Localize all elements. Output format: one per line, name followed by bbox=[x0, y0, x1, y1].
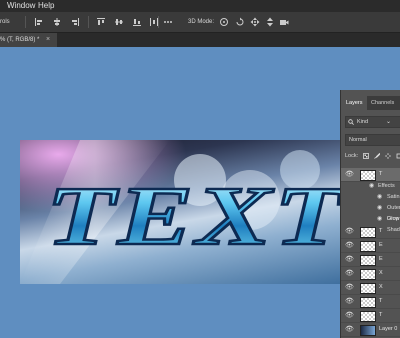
effects-icon: ◉ bbox=[369, 183, 375, 189]
artwork-graphic: TEXT bbox=[20, 140, 340, 284]
layer-thumbnail bbox=[360, 311, 376, 322]
effects-group-row[interactable]: ◉ Effects bbox=[341, 181, 400, 192]
layer-name: T bbox=[379, 298, 383, 304]
layer-row[interactable]: 👁 T bbox=[341, 225, 400, 239]
layer-row[interactable]: 👁 T bbox=[341, 168, 400, 182]
visibility-eye-icon[interactable]: ◉ bbox=[377, 214, 382, 225]
visibility-eye-icon[interactable]: 👁 bbox=[345, 295, 354, 308]
kind-label: Kind bbox=[357, 119, 369, 125]
visibility-eye-icon[interactable]: 👁 bbox=[345, 323, 354, 336]
layer-thumbnail bbox=[360, 241, 376, 252]
layer-name: E bbox=[379, 256, 383, 262]
visibility-eye-icon[interactable]: 👁 bbox=[345, 225, 354, 238]
lock-row: Lock: bbox=[345, 150, 400, 162]
separator bbox=[88, 16, 89, 28]
layer-name: E bbox=[379, 242, 383, 248]
close-icon[interactable]: × bbox=[46, 33, 50, 47]
more-options-icon[interactable] bbox=[163, 17, 173, 27]
options-label: rols bbox=[0, 19, 10, 25]
align-right-icon[interactable] bbox=[70, 17, 80, 27]
visibility-eye-icon[interactable]: 👁 bbox=[345, 168, 354, 181]
visibility-eye-icon[interactable]: 👁 bbox=[345, 239, 354, 252]
3d-slide-icon[interactable] bbox=[265, 17, 275, 27]
layers-panel: Layers Channels Kind ⌄ Normal Lock: 👁 T … bbox=[340, 90, 400, 338]
layer-row[interactable]: 👁 X bbox=[341, 281, 400, 295]
effects-label: Effects bbox=[378, 183, 395, 189]
layer-row[interactable]: 👁 T bbox=[341, 309, 400, 323]
lock-brush-icon[interactable] bbox=[374, 153, 380, 159]
blend-mode-select[interactable]: Normal bbox=[345, 134, 400, 146]
canvas-artwork[interactable]: TEXT bbox=[20, 140, 340, 284]
lock-artboard-icon[interactable] bbox=[396, 153, 400, 159]
menu-window[interactable]: Window bbox=[7, 0, 35, 12]
align-left-icon[interactable] bbox=[34, 17, 44, 27]
align-bottom-icon[interactable] bbox=[132, 17, 142, 27]
visibility-eye-icon[interactable]: 👁 bbox=[345, 309, 354, 322]
visibility-eye-icon[interactable]: 👁 bbox=[345, 281, 354, 294]
layer-row[interactable]: 👁 T bbox=[341, 295, 400, 309]
layer-thumbnail bbox=[360, 255, 376, 266]
layer-name: X bbox=[379, 270, 383, 276]
layer-thumbnail bbox=[360, 227, 376, 238]
panel-tabs: Layers Channels bbox=[341, 96, 400, 110]
layer-thumbnail bbox=[360, 170, 376, 181]
document-tab-bar: % (T, RGB/8) * × bbox=[0, 33, 400, 47]
layer-name: T bbox=[379, 171, 383, 177]
align-top-icon[interactable] bbox=[96, 17, 106, 27]
menu-bar: Window Help bbox=[0, 0, 400, 12]
kind-filter[interactable]: Kind ⌄ bbox=[345, 116, 400, 128]
lock-position-icon[interactable] bbox=[385, 153, 391, 159]
3d-roll-icon[interactable] bbox=[235, 17, 245, 27]
separator bbox=[25, 16, 26, 28]
effect-row-outer-glow[interactable]: ◉ Outer Glow bbox=[341, 203, 400, 222]
layer-row[interactable]: 👁 X bbox=[341, 267, 400, 281]
effect-row-drop-shadow[interactable]: ◉ Drop Shadow bbox=[341, 214, 400, 233]
artwork-text: TEXT bbox=[46, 170, 340, 263]
layer-thumbnail bbox=[360, 283, 376, 294]
chevron-down-icon: ⌄ bbox=[386, 119, 392, 125]
layer-thumbnail bbox=[360, 269, 376, 280]
search-icon bbox=[348, 119, 354, 125]
layer-name: T bbox=[379, 312, 383, 318]
tab-channels[interactable]: Channels bbox=[371, 96, 400, 110]
document-tab[interactable]: % (T, RGB/8) * × bbox=[0, 33, 57, 47]
3d-orbit-icon[interactable] bbox=[219, 17, 229, 27]
layer-row[interactable]: 👁 E bbox=[341, 253, 400, 267]
align-middle-icon[interactable] bbox=[114, 17, 124, 27]
visibility-eye-icon[interactable]: 👁 bbox=[345, 253, 354, 266]
3d-camera-icon[interactable] bbox=[279, 17, 289, 27]
options-bar: rols 3D Mode: bbox=[0, 12, 400, 33]
separator bbox=[158, 16, 159, 28]
visibility-eye-icon[interactable]: 👁 bbox=[345, 267, 354, 280]
3d-pan-icon[interactable] bbox=[250, 17, 260, 27]
layer-row[interactable]: 👁 Layer 0 bbox=[341, 323, 400, 337]
blend-mode-value: Normal bbox=[349, 137, 367, 143]
3d-mode-label: 3D Mode: bbox=[188, 19, 215, 25]
layer-name: T bbox=[379, 228, 383, 234]
lock-pixels-icon[interactable] bbox=[363, 153, 369, 159]
lock-label: Lock: bbox=[345, 153, 359, 159]
visibility-eye-icon[interactable]: ◉ bbox=[377, 203, 382, 214]
layer-name: X bbox=[379, 284, 383, 290]
effect-name: Satin bbox=[387, 194, 400, 200]
layer-name: Layer 0 bbox=[379, 326, 398, 332]
tab-layers[interactable]: Layers bbox=[341, 96, 367, 110]
effect-row-satin[interactable]: ◉ Satin bbox=[341, 192, 400, 203]
align-center-icon[interactable] bbox=[52, 17, 62, 27]
visibility-eye-icon[interactable]: ◉ bbox=[377, 192, 382, 203]
layer-row[interactable]: 👁 E bbox=[341, 239, 400, 253]
document-tab-title: % (T, RGB/8) * bbox=[0, 37, 40, 43]
layer-thumbnail bbox=[360, 297, 376, 308]
layer-thumbnail bbox=[360, 325, 376, 336]
menu-help[interactable]: Help bbox=[38, 0, 54, 12]
